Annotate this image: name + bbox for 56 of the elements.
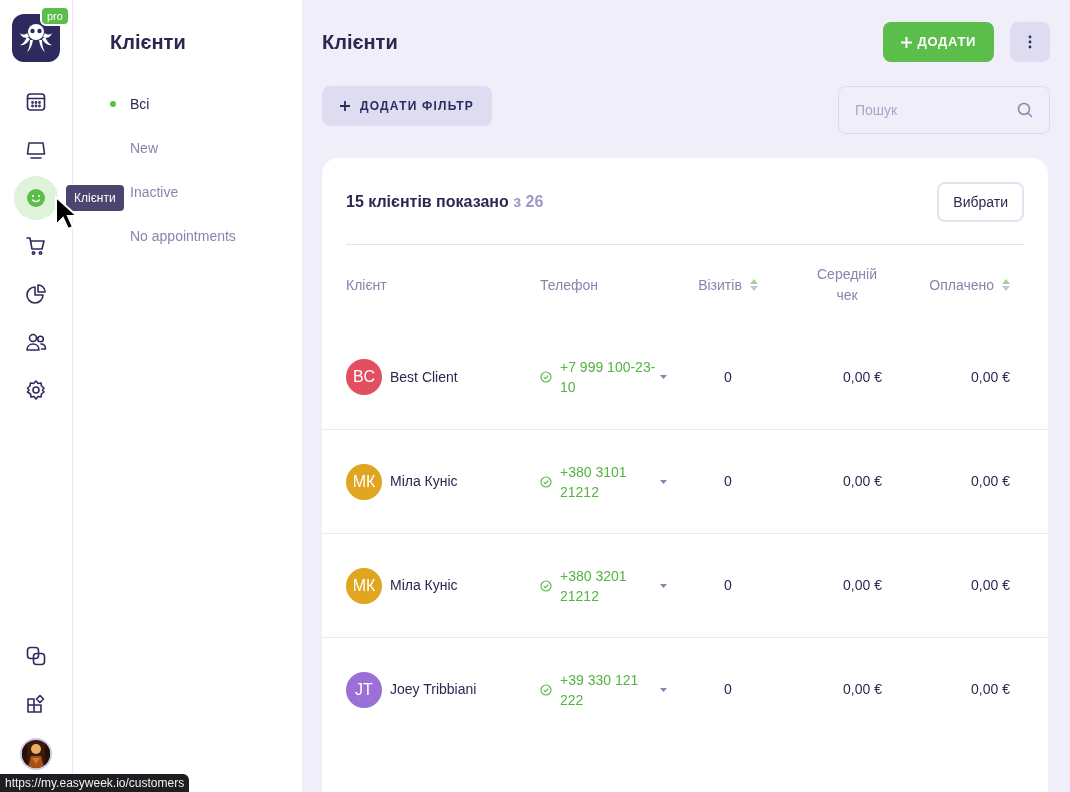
filter-item[interactable]: Всі (130, 93, 150, 115)
filter-item[interactable]: Inactive (130, 181, 179, 203)
phone-link[interactable]: +380 3201 21212 (560, 565, 660, 606)
phone-link[interactable]: +7 999 100-23-10 (560, 357, 660, 397)
avatar: JT (346, 671, 382, 708)
average-check-cell: 0,00 € (843, 577, 882, 593)
average-check-cell: 0,00 € (843, 473, 882, 489)
visits-cell: 0 (724, 368, 732, 385)
subnav-title: Клієнти (110, 30, 187, 54)
paid-cell: 0,00 € (971, 577, 1010, 593)
average-check-cell: 0,00 € (843, 368, 882, 385)
visits-cell: 0 (724, 473, 732, 489)
visits-cell: 0 (724, 681, 732, 697)
client-name[interactable]: Best Client (390, 366, 458, 388)
plus-icon (340, 101, 350, 111)
caret-icon[interactable] (660, 375, 667, 379)
phone-link[interactable]: +380 3101 21212 (560, 461, 660, 502)
client-name[interactable]: Міла Куніс (390, 575, 458, 596)
add-filter-button[interactable]: ДОДАТИ ФІЛЬТР (322, 86, 492, 126)
search-input[interactable]: Пошук (855, 95, 1005, 125)
column-header[interactable]: Оплачено (929, 274, 994, 296)
column-header: Середній чек (816, 265, 878, 305)
pro-badge: pro (40, 6, 70, 26)
caret-icon[interactable] (660, 583, 667, 588)
column-header: Телефон (540, 275, 599, 295)
caret-icon[interactable] (660, 687, 667, 692)
client-name[interactable]: Joey Tribbiani (390, 679, 477, 700)
more-icon (1028, 35, 1032, 49)
paid-cell: 0,00 € (971, 473, 1010, 489)
verified-icon (540, 683, 552, 696)
caret-icon[interactable] (660, 479, 667, 484)
verified-icon (540, 579, 552, 592)
status-url: https://my.easyweek.io/customers (0, 774, 190, 792)
avatar: МК (346, 463, 382, 500)
paid-cell: 0,00 € (971, 368, 1010, 385)
tooltip: Клієнти (66, 185, 124, 211)
visits-cell: 0 (724, 577, 732, 593)
verified-icon (540, 475, 552, 488)
average-check-cell: 0,00 € (843, 681, 882, 697)
avatar: МК (346, 567, 382, 604)
plus-icon (900, 36, 912, 48)
clients-count: 15 клієнтів показано з 26 (346, 192, 544, 212)
paid-cell: 0,00 € (971, 681, 1010, 697)
verified-icon (540, 371, 552, 383)
column-header[interactable]: Візитів (698, 274, 742, 296)
select-button[interactable]: Вибрати (937, 182, 1024, 222)
add-button[interactable]: ДОДАТИ (882, 22, 994, 62)
avatar: BC (346, 359, 382, 395)
search-icon (1017, 102, 1033, 118)
search-field[interactable]: Пошук (838, 86, 1050, 134)
page-title: Клієнти (322, 30, 398, 55)
filter-item[interactable]: No appointments (130, 225, 236, 247)
column-header: Клієнт (346, 275, 387, 295)
filter-item[interactable]: New (130, 137, 158, 159)
phone-link[interactable]: +39 330 121 222 (560, 669, 660, 710)
client-name[interactable]: Міла Куніс (390, 471, 458, 492)
